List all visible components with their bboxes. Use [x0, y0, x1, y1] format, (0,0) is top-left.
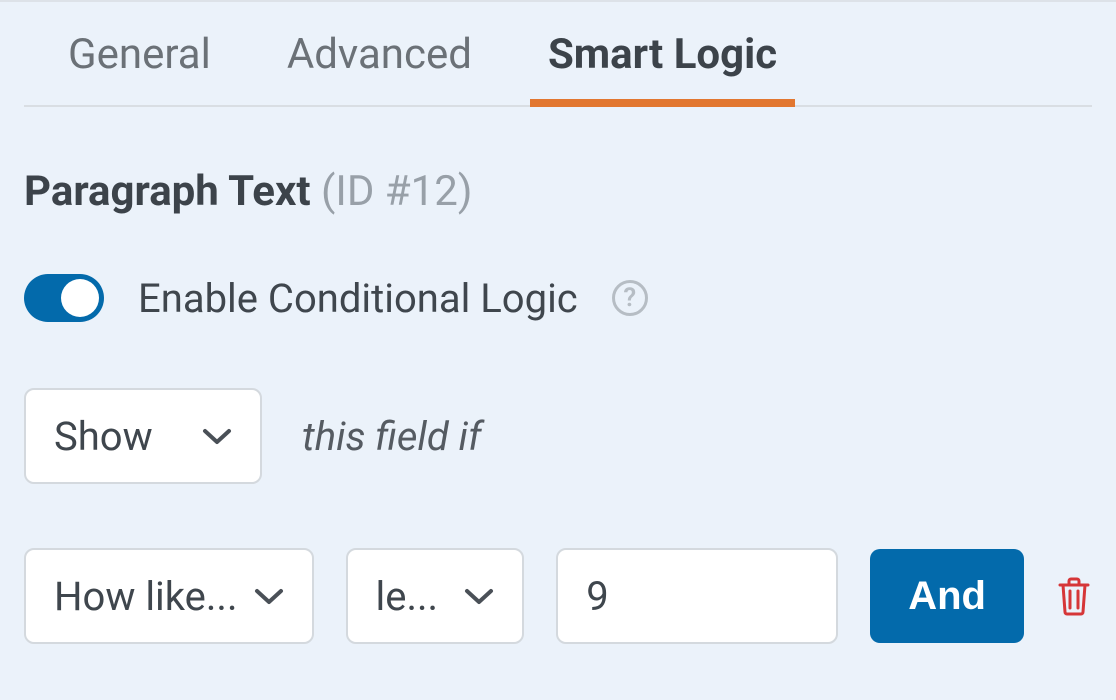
- field-title: Paragraph Text: [24, 167, 311, 216]
- rule-value-input[interactable]: 9: [556, 548, 838, 644]
- chevron-down-icon: [202, 427, 232, 445]
- show-hide-select[interactable]: Show: [24, 388, 262, 484]
- show-hide-value: Show: [54, 413, 202, 460]
- chevron-down-icon: [254, 587, 284, 605]
- tabs-bar: General Advanced Smart Logic: [24, 2, 1092, 107]
- delete-rule-button[interactable]: [1056, 576, 1092, 616]
- rule-field-value: How like...: [54, 573, 254, 620]
- rule-field-select[interactable]: How like...: [24, 548, 314, 644]
- chevron-down-icon: [464, 587, 494, 605]
- field-heading: Paragraph Text (ID #12): [24, 167, 1092, 216]
- this-field-if-label: this field if: [302, 413, 481, 460]
- tab-advanced[interactable]: Advanced: [279, 22, 480, 105]
- rule-value-text: 9: [586, 573, 608, 620]
- and-button[interactable]: And: [870, 549, 1024, 643]
- toggle-knob: [61, 279, 99, 317]
- trash-icon: [1056, 576, 1092, 616]
- conditional-logic-label: Enable Conditional Logic: [138, 275, 578, 322]
- rule-operator-value: le...: [376, 573, 465, 620]
- field-id-label: (ID #12): [321, 167, 472, 216]
- help-icon[interactable]: ?: [612, 280, 648, 316]
- rule-operator-select[interactable]: le...: [346, 548, 525, 644]
- tab-smart-logic[interactable]: Smart Logic: [540, 22, 785, 105]
- tab-general[interactable]: General: [60, 22, 219, 105]
- conditional-logic-toggle[interactable]: [24, 274, 104, 322]
